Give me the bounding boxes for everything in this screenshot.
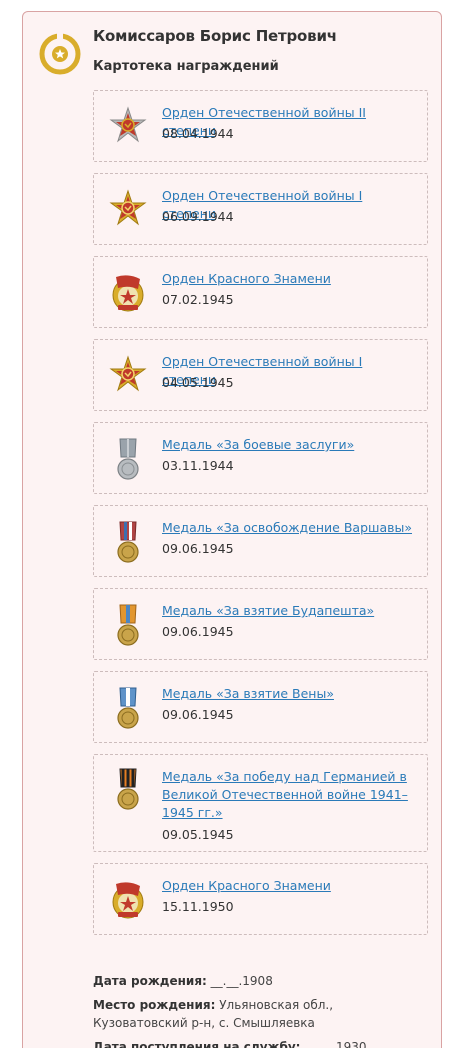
award-item: Орден Красного Знамени 15.11.1950 <box>93 863 428 935</box>
birth-place-label: Место рождения: <box>93 998 216 1012</box>
person-info: Дата рождения: __.__.1908 Место рождения… <box>93 972 428 1048</box>
service-start-row: Дата поступления на службу: __.__.1930 <box>93 1038 428 1048</box>
medal-combat-merit-icon <box>117 438 139 480</box>
medal-budapest-icon <box>117 604 139 646</box>
star-medal-logo-icon <box>39 33 81 75</box>
award-date: 03.11.1944 <box>162 458 234 473</box>
order-patriotic-war-1-icon <box>109 355 147 392</box>
award-item: Орден Красного Знамени 07.02.1945 <box>93 256 428 328</box>
award-item: Орден Отечественной войны I степени 06.0… <box>93 173 428 245</box>
award-date: 09.06.1945 <box>162 624 234 639</box>
award-title-link[interactable]: Медаль «За освобождение Варшавы» <box>162 519 417 537</box>
award-title-link[interactable]: Медаль «За взятие Вены» <box>162 685 417 703</box>
award-date: 09.05.1945 <box>162 827 234 842</box>
birth-date-label: Дата рождения: <box>93 974 207 988</box>
award-item: Орден Отечественной войны I степени 04.0… <box>93 339 428 411</box>
award-card: Комиссаров Борис Петрович Картотека нагр… <box>22 11 442 1048</box>
person-name: Комиссаров Борис Петрович <box>93 27 337 45</box>
award-date: 09.06.1945 <box>162 707 234 722</box>
award-item: Медаль «За взятие Вены» 09.06.1945 <box>93 671 428 743</box>
award-date: 08.04.1944 <box>162 126 234 141</box>
section-title: Картотека награждений <box>93 59 279 74</box>
award-title-link[interactable]: Медаль «За победу над Германией в Велико… <box>162 768 417 822</box>
medal-warsaw-icon <box>117 521 139 563</box>
award-title-link[interactable]: Медаль «За взятие Будапешта» <box>162 602 417 620</box>
award-item: Медаль «За взятие Будапешта» 09.06.1945 <box>93 588 428 660</box>
award-date: 15.11.1950 <box>162 899 234 914</box>
birth-date-value: __.__.1908 <box>210 974 273 988</box>
awards-list: Орден Отечественной войны II степени 08.… <box>93 90 428 946</box>
medal-victory-germany-icon <box>117 768 139 810</box>
award-item: Медаль «За боевые заслуги» 03.11.1944 <box>93 422 428 494</box>
order-patriotic-war-1-icon <box>109 189 147 226</box>
order-patriotic-war-2-icon <box>109 106 147 143</box>
service-start-value: __.__.1930 <box>304 1040 367 1048</box>
order-red-banner-icon <box>112 275 144 312</box>
birth-date-row: Дата рождения: __.__.1908 <box>93 972 428 990</box>
service-start-label: Дата поступления на службу: <box>93 1040 301 1048</box>
birth-place-row: Место рождения: Ульяновская обл., Кузова… <box>93 996 428 1032</box>
award-date: 09.06.1945 <box>162 541 234 556</box>
award-date: 06.09.1944 <box>162 209 234 224</box>
award-title-link[interactable]: Орден Красного Знамени <box>162 877 417 895</box>
award-item: Медаль «За победу над Германией в Велико… <box>93 754 428 852</box>
award-date: 04.05.1945 <box>162 375 234 390</box>
order-red-banner-icon <box>112 882 144 919</box>
medal-vienna-icon <box>117 687 139 729</box>
award-title-link[interactable]: Орден Красного Знамени <box>162 270 417 288</box>
award-title-link[interactable]: Медаль «За боевые заслуги» <box>162 436 417 454</box>
award-date: 07.02.1945 <box>162 292 234 307</box>
award-item: Орден Отечественной войны II степени 08.… <box>93 90 428 162</box>
award-item: Медаль «За освобождение Варшавы» 09.06.1… <box>93 505 428 577</box>
